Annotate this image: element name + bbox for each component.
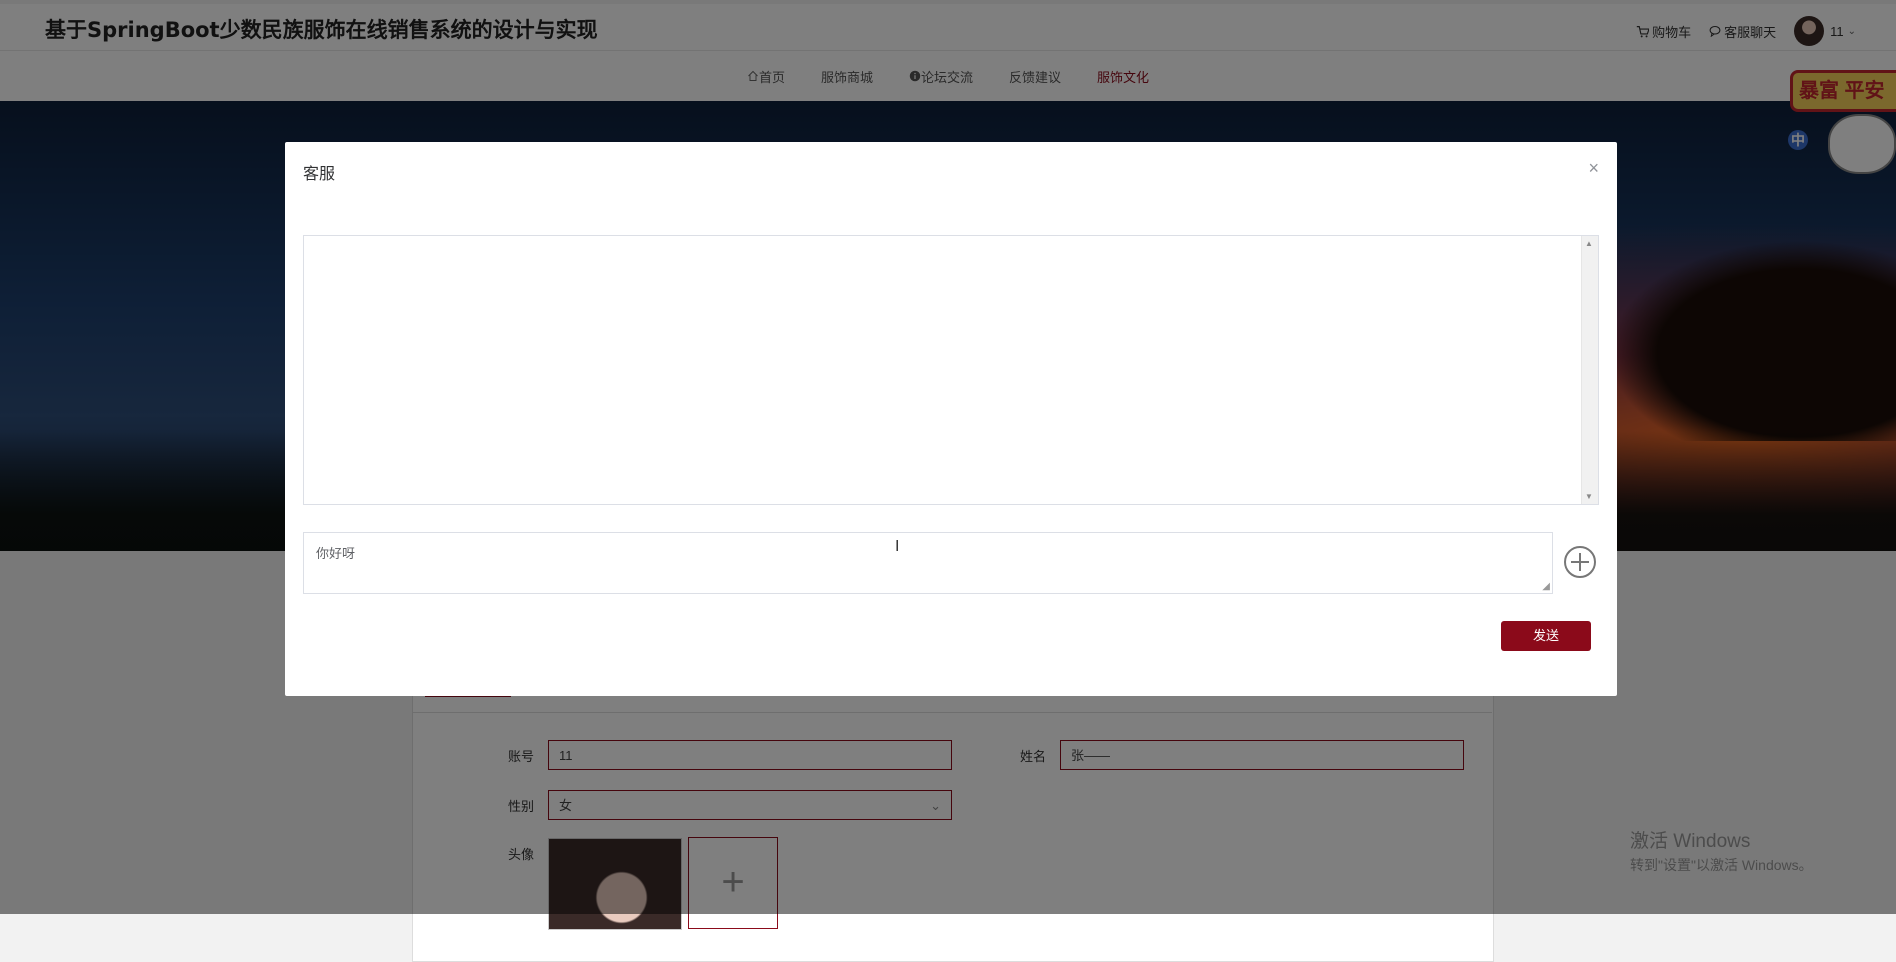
- message-text: 你好呀: [316, 546, 356, 561]
- resize-grip-icon[interactable]: ◢: [1542, 581, 1550, 592]
- chat-history[interactable]: ▲ ▼: [303, 235, 1599, 505]
- text-cursor-icon: I: [895, 538, 900, 555]
- scroll-down-icon[interactable]: ▼: [1585, 492, 1593, 501]
- scroll-up-icon[interactable]: ▲: [1585, 239, 1593, 248]
- send-button[interactable]: 发送: [1501, 621, 1591, 651]
- add-circle-icon[interactable]: [1563, 545, 1597, 579]
- close-icon[interactable]: ×: [1588, 158, 1599, 179]
- customer-service-dialog: 客服 × ▲ ▼ 你好呀 ◢ I 发送: [285, 142, 1617, 696]
- chat-scrollbar[interactable]: ▲ ▼: [1581, 236, 1598, 504]
- dialog-title: 客服: [303, 166, 336, 183]
- message-input[interactable]: 你好呀 ◢: [303, 532, 1553, 594]
